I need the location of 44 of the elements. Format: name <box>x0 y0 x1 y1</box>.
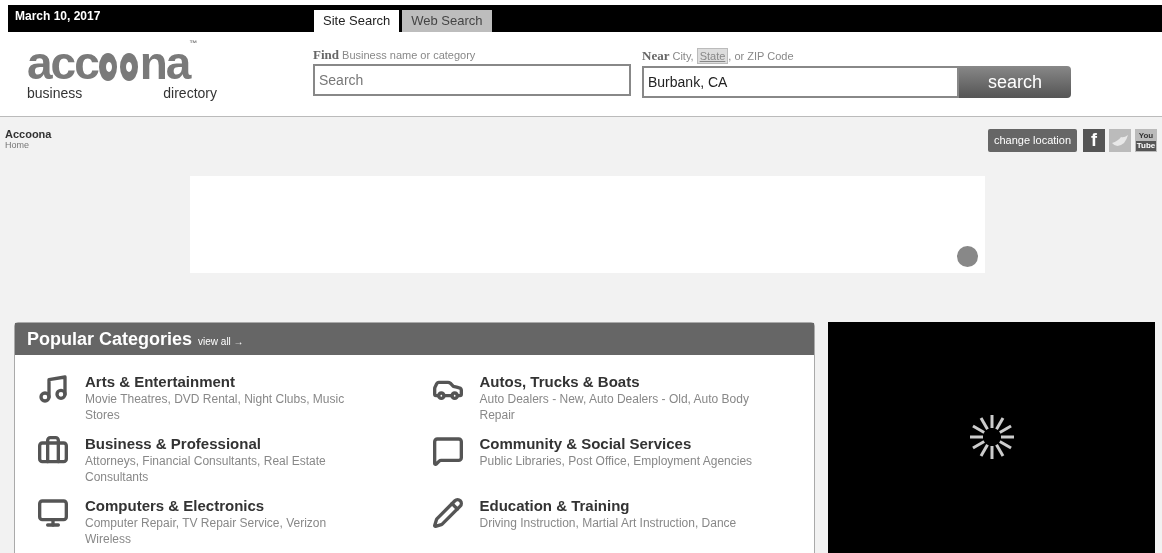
category-examples: Movie Theatres, DVD Rental, Night Clubs, Music Stores <box>85 391 346 423</box>
category-examples: Auto Dealers - New, Auto Dealers - Old, Auto Body Repair <box>479 391 750 423</box>
monitor-icon <box>37 497 69 529</box>
search-button[interactable]: search <box>959 66 1071 98</box>
youtube-link[interactable]: You Tube <box>1135 129 1157 152</box>
category-link[interactable]: Business & Professional <box>85 435 375 453</box>
search-field[interactable]: Search <box>313 64 631 96</box>
search-tab[interactable]: Site Search <box>314 10 400 32</box>
category-link[interactable]: Autos, Trucks & Boats <box>479 373 770 391</box>
category-link[interactable]: Computers & Electronics <box>85 497 375 515</box>
state-tag: State <box>696 48 729 64</box>
trademark-text: ™ <box>189 40 196 48</box>
search-tab[interactable]: Web Search <box>402 10 492 32</box>
change-location-button[interactable]: change location <box>987 129 1077 152</box>
logo-wordmark: na <box>139 40 190 86</box>
home-link[interactable]: Home <box>5 140 52 151</box>
loading-spinner-icon <box>967 413 1016 461</box>
logo-eyes-icon <box>97 50 140 84</box>
category-link[interactable]: Arts & Entertainment <box>85 373 375 391</box>
logo-tagline: business <box>27 86 83 101</box>
find-label: Find <box>313 47 339 62</box>
pencil-icon <box>431 497 464 529</box>
category-link[interactable]: Education & Training <box>479 497 770 515</box>
near-hint: City, <box>672 49 694 63</box>
music-note-icon <box>37 373 69 405</box>
logo-wordmark: acc <box>27 40 98 86</box>
panel-title: Popular Categories <box>27 329 193 349</box>
category-examples: Driving Instruction, Martial Art Instruction, Dance <box>479 515 738 531</box>
bird-icon[interactable] <box>1109 129 1131 152</box>
category-link[interactable]: Community & Social Services <box>479 435 770 453</box>
find-hint: Business name or category <box>342 49 476 61</box>
accoona-logo[interactable]: acc na™ business directory <box>27 40 227 100</box>
category-examples: Attorneys, Financial Consultants, Real Estate Consultants <box>85 453 327 485</box>
breadcrumb-title: Accoona <box>5 129 52 140</box>
category-examples: Computer Repair, TV Repair Service, Verizon Wireless <box>85 515 328 547</box>
category-examples: Public Libraries, Post Office, Employment Agencies <box>479 453 754 469</box>
location-field[interactable]: Burbank, CA <box>642 66 959 98</box>
near-label: Near <box>642 49 670 63</box>
facebook-link[interactable]: f <box>1083 129 1105 152</box>
date-text: March 10, 2017 <box>15 8 102 25</box>
near-hint: , or ZIP Code <box>728 49 794 63</box>
logo-tagline: directory <box>163 86 217 101</box>
view-all-link[interactable]: view all → <box>198 334 244 349</box>
speech-bubble-icon <box>431 435 464 467</box>
